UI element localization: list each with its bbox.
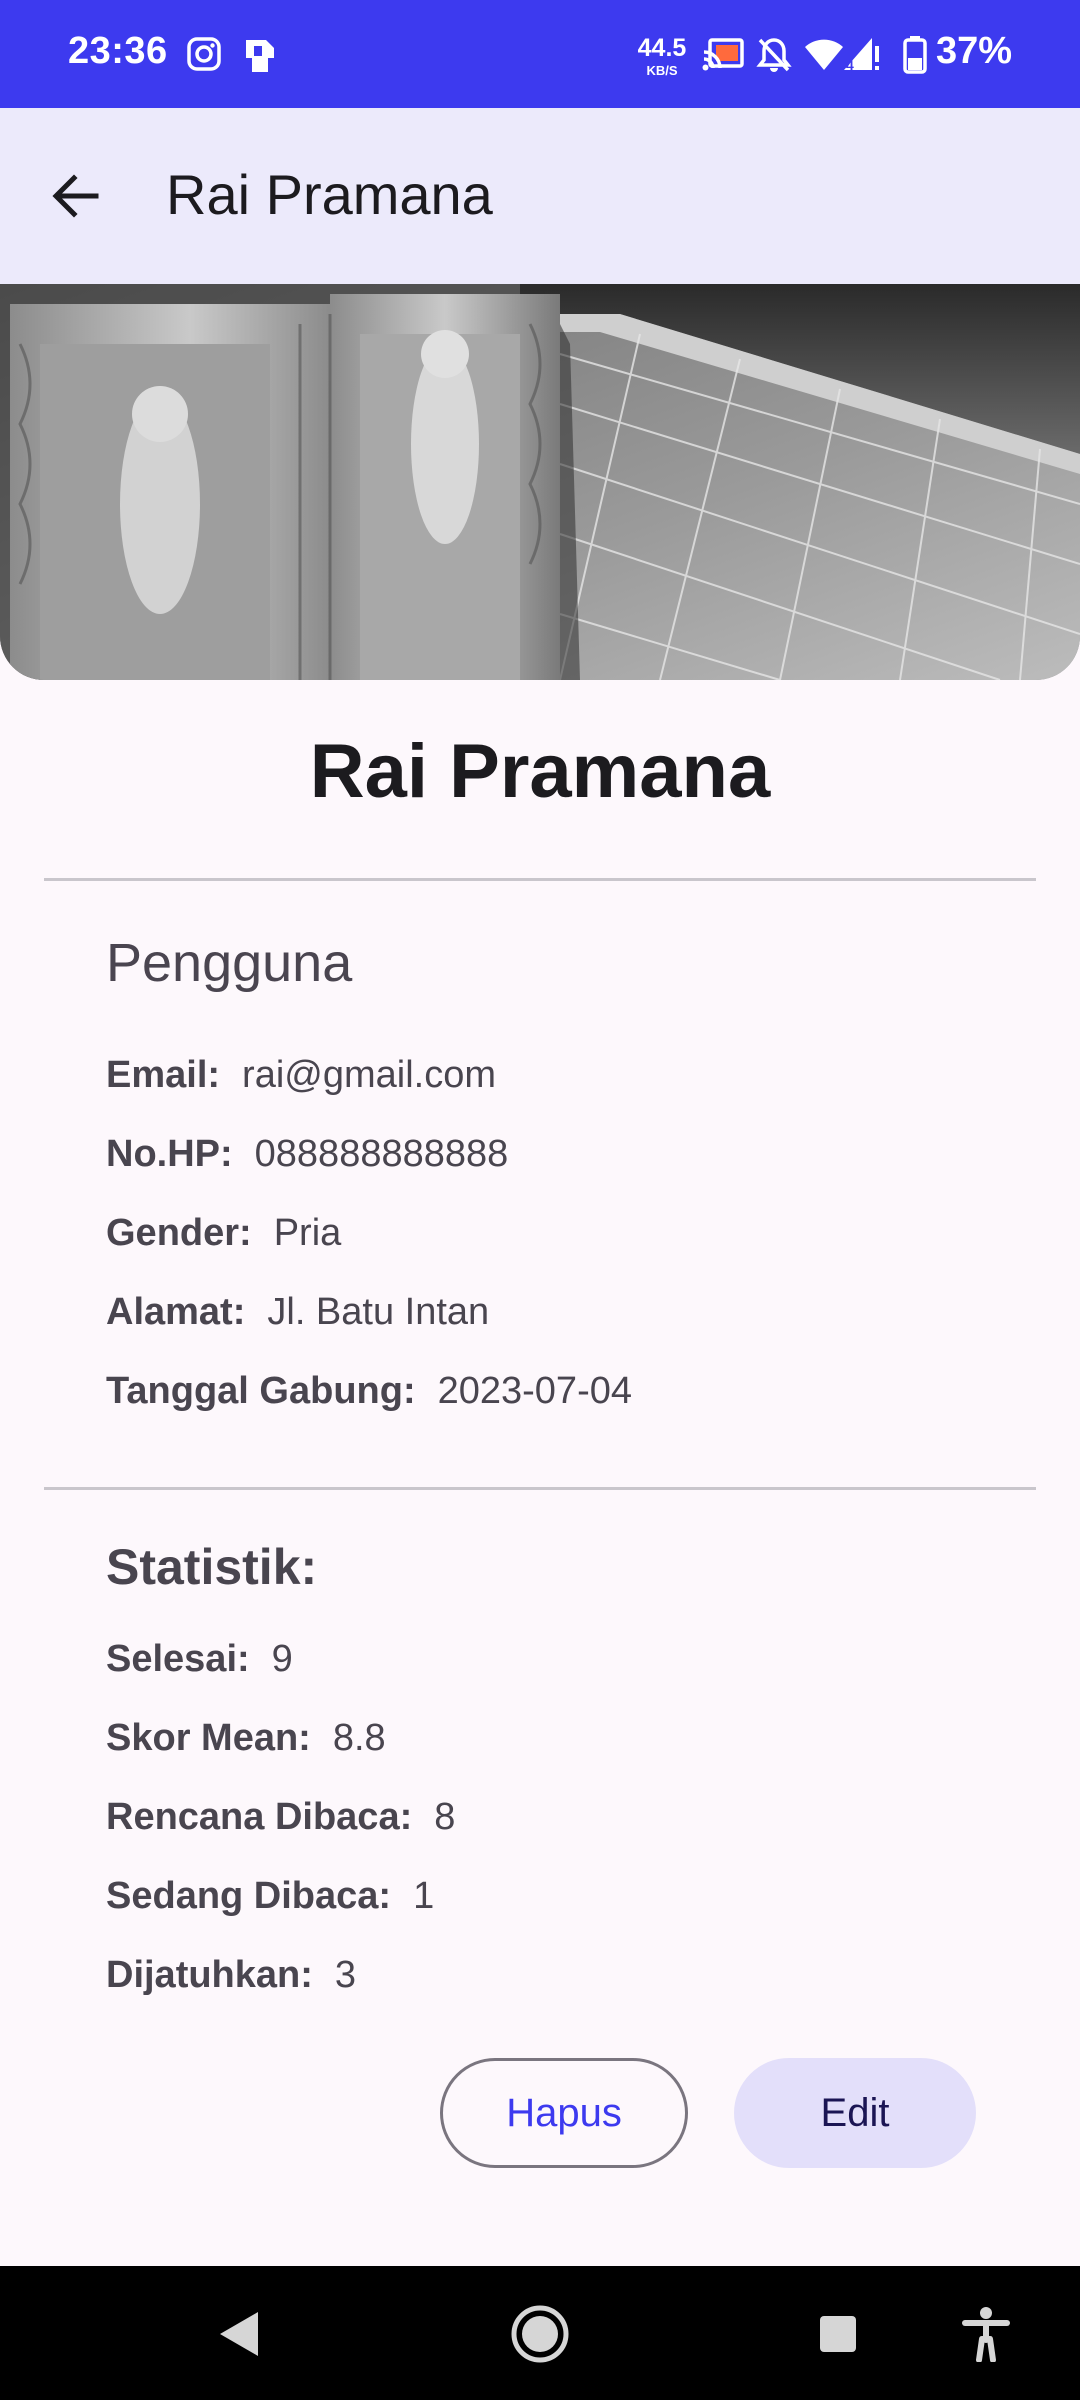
battery-icon (902, 36, 928, 79)
info-row-phone: No.HP: 088888888888 (106, 1133, 508, 1176)
instagram-icon (186, 36, 222, 77)
info-value: 2023-07-04 (437, 1370, 632, 1412)
divider-top (44, 878, 1036, 881)
nav-recents-icon[interactable] (818, 2314, 858, 2359)
stat-value: 3 (334, 1954, 357, 1996)
stats-title: Statistik: (106, 1539, 318, 1595)
stat-row-plan-to-read: Rencana Dibaca: 8 (106, 1796, 455, 1839)
user-role: Pengguna (106, 933, 353, 993)
stat-label: Skor Mean: (106, 1717, 311, 1759)
stat-label: Selesai: (106, 1638, 250, 1680)
divider-middle (44, 1487, 1036, 1490)
stat-label: Sedang Dibaca: (106, 1875, 392, 1917)
battery-percentage: 37% (936, 30, 1013, 72)
stat-value: 8.8 (332, 1717, 386, 1759)
wifi-icon (804, 36, 844, 77)
info-value: Pria (273, 1212, 342, 1254)
system-navigation-bar (0, 2266, 1080, 2400)
app-bar-title: Rai Pramana (166, 163, 493, 226)
sim-card-icon (240, 36, 280, 79)
arrow-back-icon (52, 174, 99, 218)
accessibility-icon[interactable] (962, 2306, 1010, 2367)
top-app-bar: Rai Pramana (0, 108, 1080, 284)
info-row-gender: Gender: Pria (106, 1212, 341, 1255)
info-value: rai@gmail.com (242, 1054, 497, 1096)
info-row-address: Alamat: Jl. Batu Intan (106, 1291, 489, 1334)
nav-back-icon[interactable] (216, 2310, 262, 2363)
info-label: Tanggal Gabung: (106, 1370, 416, 1412)
svg-text:4: 4 (846, 57, 854, 73)
back-button[interactable] (44, 164, 108, 228)
info-row-join-date: Tanggal Gabung: 2023-07-04 (106, 1370, 632, 1413)
profile-header-image (0, 284, 1080, 680)
signal-icon: 4 (842, 36, 882, 79)
delete-button[interactable]: Hapus (440, 2058, 688, 2168)
profile-name: Rai Pramana (309, 729, 771, 814)
stat-label: Dijatuhkan: (106, 1954, 313, 1996)
stat-row-dropped: Dijatuhkan: 3 (106, 1954, 356, 1997)
cast-icon (702, 38, 744, 77)
mute-icon (756, 36, 792, 79)
status-bar: 23:36 44.5 KB/S 4 37% (0, 0, 1080, 108)
stat-row-mean-score: Skor Mean: 8.8 (106, 1717, 386, 1760)
info-label: No.HP: (106, 1133, 233, 1175)
stat-value: 1 (413, 1875, 435, 1917)
edit-button[interactable]: Edit (734, 2058, 976, 2168)
network-speed: 44.5 KB/S (632, 34, 692, 78)
stat-value: 8 (434, 1796, 456, 1838)
stat-row-completed: Selesai: 9 (106, 1638, 293, 1681)
stat-row-reading: Sedang Dibaca: 1 (106, 1875, 434, 1918)
info-label: Alamat: (106, 1291, 246, 1333)
info-value: Jl. Batu Intan (267, 1291, 490, 1333)
network-speed-value: 44.5 (637, 34, 687, 62)
info-row-email: Email: rai@gmail.com (106, 1054, 496, 1097)
info-label: Gender: (106, 1212, 252, 1254)
info-label: Email: (106, 1054, 221, 1096)
stat-value: 9 (271, 1638, 293, 1680)
status-time: 23:36 (68, 30, 168, 72)
stat-label: Rencana Dibaca: (106, 1796, 413, 1838)
info-value: 088888888888 (254, 1133, 509, 1175)
nav-home-icon[interactable] (510, 2304, 570, 2369)
network-speed-unit: KB/S (646, 63, 678, 78)
